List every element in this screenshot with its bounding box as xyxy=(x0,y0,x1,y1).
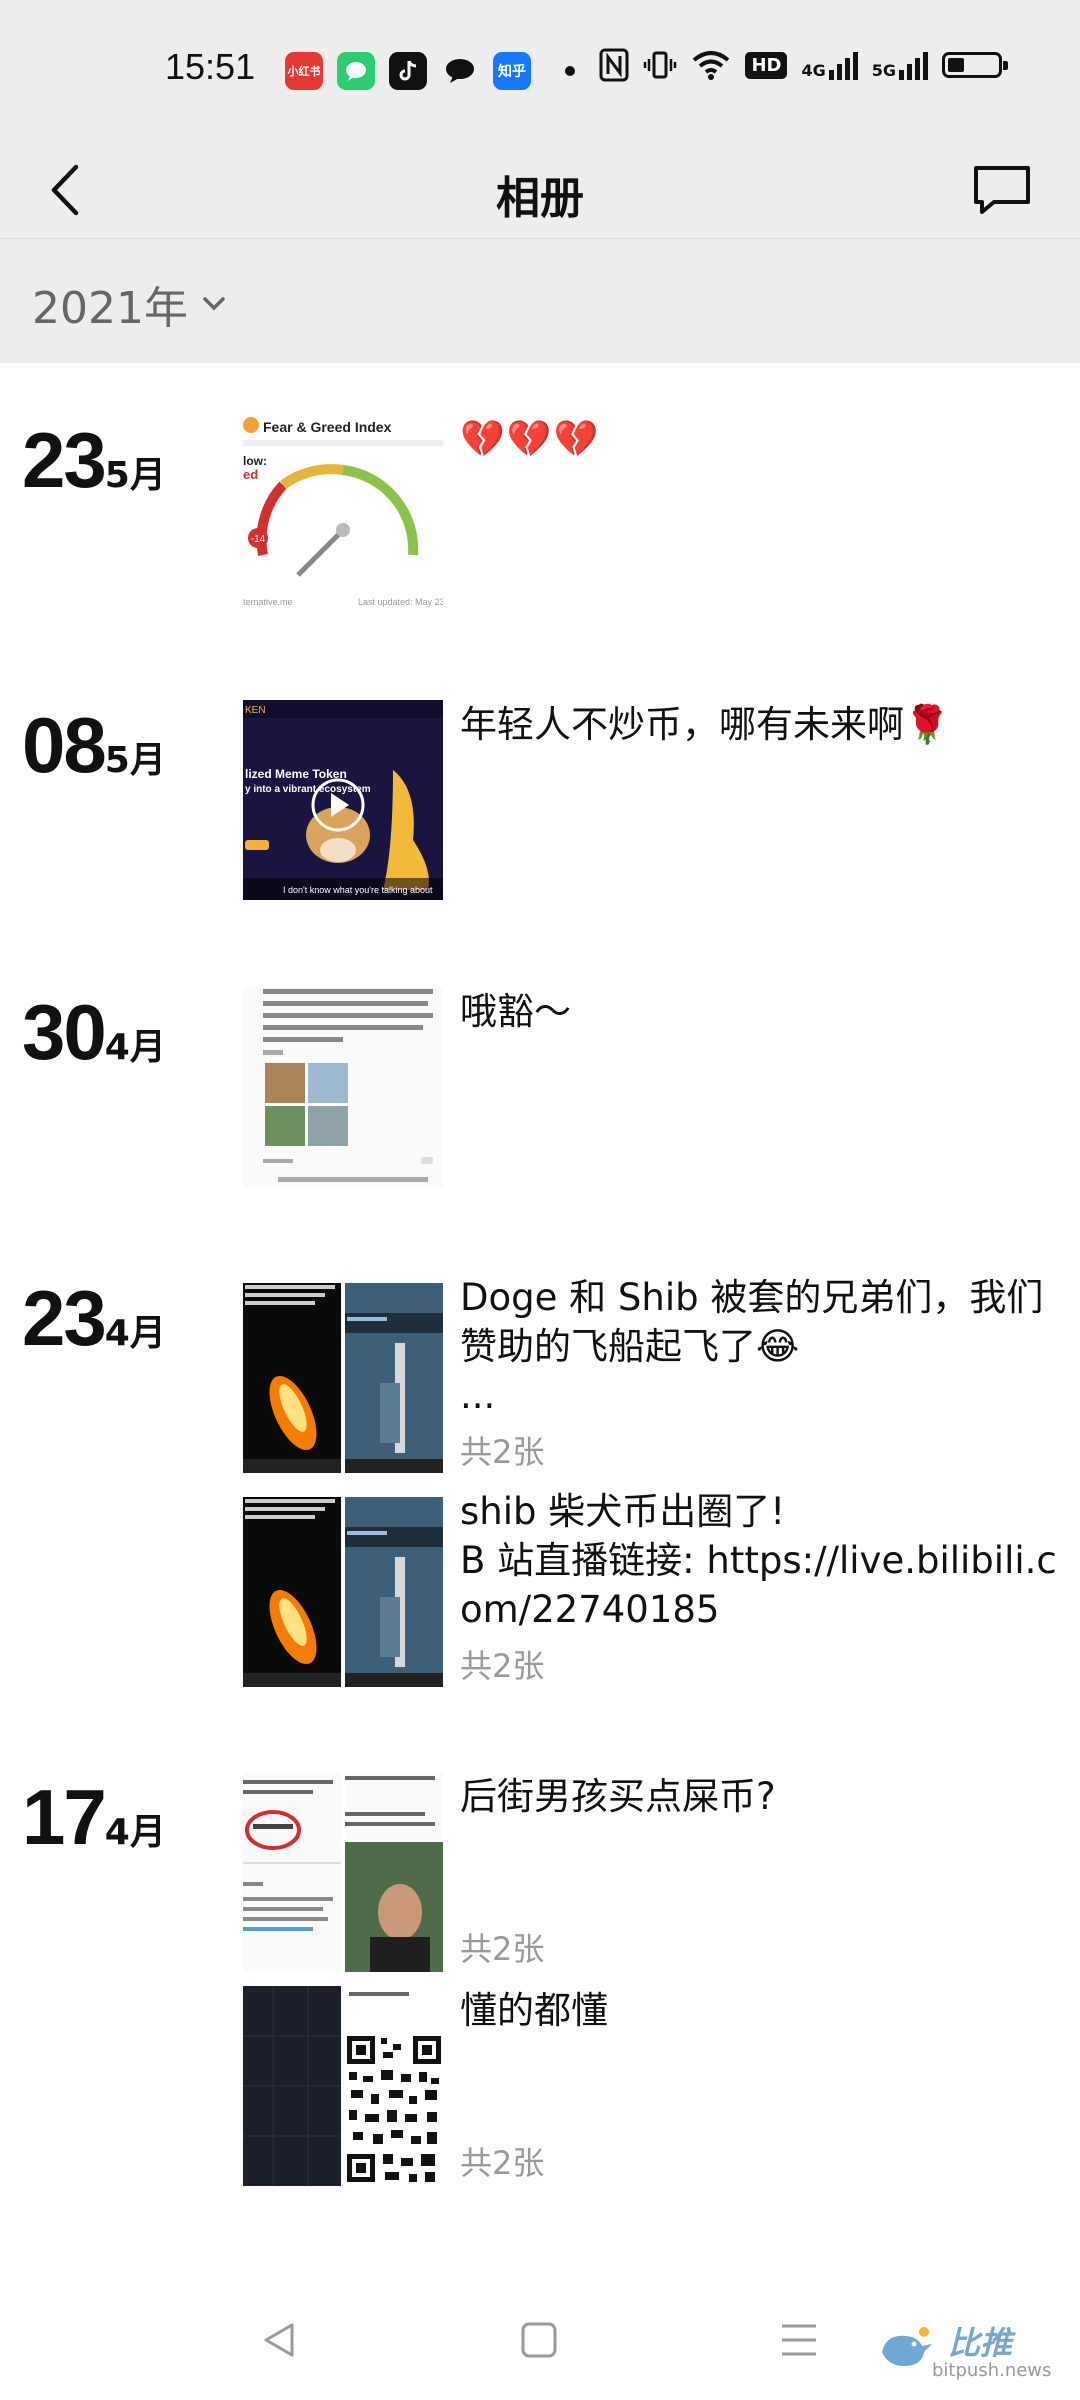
year-label: 2021年 xyxy=(32,283,188,334)
square-home-icon xyxy=(521,2322,557,2358)
vibrate-icon xyxy=(644,51,677,79)
status-time: 15:51 xyxy=(165,46,256,87)
chevron-down-icon xyxy=(203,297,225,311)
post-thumbnail-pair[interactable] xyxy=(243,1772,443,1972)
4g-signal-icon: 4G xyxy=(801,50,858,80)
comment-icon xyxy=(974,166,1030,214)
launch-tower-image xyxy=(345,1487,443,1687)
post-thumbnail-pair[interactable] xyxy=(243,1986,443,2186)
launch-tower-image xyxy=(345,1273,443,1473)
5g-signal-icon: 5G xyxy=(872,50,928,80)
messages-button[interactable] xyxy=(964,150,1040,230)
date-month: 4月 xyxy=(104,1313,166,1354)
hd-badge: HD xyxy=(745,51,788,79)
date-day: 17 xyxy=(22,1773,107,1861)
page-title: 相册 xyxy=(496,173,584,224)
fear-greed-value: 14 xyxy=(254,534,266,545)
photo-count: 共2张 xyxy=(460,1433,545,1471)
post-thumbnail[interactable]: Fear & Greed Index low: ed -14 ternative… xyxy=(243,415,443,615)
nav-home-button[interactable] xyxy=(509,2310,569,2370)
rocket-image xyxy=(243,1487,341,1687)
post-text: 💔💔💔 xyxy=(460,419,601,460)
post-thumbnail[interactable] xyxy=(243,987,443,1187)
status-indicators: HD 4G 5G xyxy=(599,48,1008,82)
photo-count: 共2张 xyxy=(460,1647,545,1685)
svg-text:ed: ed xyxy=(243,467,258,482)
chat-bubble-app-icon xyxy=(441,52,479,90)
bitpush-watermark: 比推 bitpush.news xyxy=(876,2318,1056,2388)
post-text: shib 柴犬币出圈了! B 站直播链接: https://live.bilib… xyxy=(460,1490,1057,1631)
date-month: 4月 xyxy=(104,1027,166,1068)
post-text: 后街男孩买点屎币? xyxy=(460,1775,776,1818)
date-month: 4月 xyxy=(104,1812,166,1853)
date-month: 5月 xyxy=(104,455,166,496)
post-text: Doge 和 Shib 被套的兄弟们，我们赞助的飞船起飞了😂 ... xyxy=(460,1276,1044,1417)
photo-count: 共2张 xyxy=(460,1930,545,1968)
post-text: 懂的都懂 xyxy=(460,1989,608,2032)
svg-text:low:: low: xyxy=(243,454,267,468)
entry-date: 085月 xyxy=(22,700,166,791)
entry-date: 304月 xyxy=(22,987,166,1078)
svg-text:Last updated: May 23, 20: Last updated: May 23, 20 xyxy=(358,597,443,607)
notification-dot xyxy=(565,66,575,76)
fear-greed-title: Fear & Greed Index xyxy=(263,419,392,435)
token-banner-title: lized Meme Token xyxy=(245,767,347,781)
triangle-back-icon xyxy=(264,2323,294,2357)
svg-text:ternative.me: ternative.me xyxy=(243,597,293,607)
photo-count: 共2张 xyxy=(460,2144,545,2182)
messages-app-icon xyxy=(337,52,375,90)
date-day: 23 xyxy=(22,416,107,504)
entry-date: 235月 xyxy=(22,415,166,506)
date-day: 30 xyxy=(22,988,107,1076)
battery-icon xyxy=(942,52,1008,78)
xiaohongshu-app-icon: 小红书 xyxy=(285,52,323,90)
tweet-screenshot-image xyxy=(243,1772,341,1972)
year-bar: 2021年 xyxy=(0,238,1080,363)
nav-back-button[interactable] xyxy=(250,2310,310,2370)
post-thumbnail-pair[interactable] xyxy=(243,1487,443,1687)
nav-recents-button[interactable] xyxy=(769,2310,829,2370)
post-text: 哦豁～ xyxy=(460,990,571,1033)
bird-logo-icon xyxy=(882,2327,932,2366)
year-selector[interactable]: 2021年 xyxy=(32,272,226,336)
rocket-image xyxy=(243,1273,341,1473)
svg-text:-14: -14 xyxy=(251,534,266,545)
post-text: 年轻人不炒币，哪有未来啊🌹 xyxy=(460,703,951,746)
status-app-icons: 小红书 知乎 xyxy=(285,52,575,90)
video-thumbnail[interactable]: KEN lized Meme Token y into a vibrant ec… xyxy=(243,700,443,900)
entry-date: 174月 xyxy=(22,1772,166,1863)
app-header: 相册 xyxy=(0,140,1080,238)
tweet-photo-image xyxy=(345,1772,443,1972)
post-thumbnail-pair[interactable] xyxy=(243,1273,443,1473)
status-bar: 15:51 小红书 知乎 HD 4G 5G xyxy=(0,0,1080,140)
dark-chart-image xyxy=(243,1986,341,2186)
tiktok-app-icon xyxy=(389,52,427,90)
date-month: 5月 xyxy=(104,740,166,781)
watermark-sub: bitpush.news xyxy=(932,2360,1052,2381)
date-day: 08 xyxy=(22,701,107,789)
wifi-icon xyxy=(693,51,730,80)
watermark-text: 比推 xyxy=(948,2324,1013,2362)
date-day: 23 xyxy=(22,1274,107,1362)
entry-date: 234月 xyxy=(22,1273,166,1364)
nfc-icon xyxy=(599,48,629,82)
zhihu-app-icon: 知乎 xyxy=(493,52,531,90)
svg-text:KEN: KEN xyxy=(245,705,266,716)
qr-code-image xyxy=(345,1986,443,2186)
token-caption: I don't know what you're talking about xyxy=(283,885,433,895)
menu-lines-icon xyxy=(782,2324,816,2356)
